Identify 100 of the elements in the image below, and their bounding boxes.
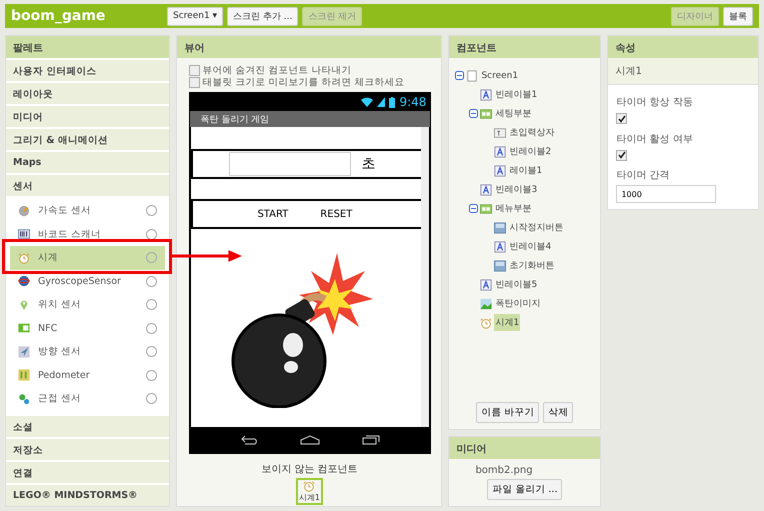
- screen-icon: [466, 70, 478, 82]
- arrangement-icon: [480, 108, 492, 120]
- palette-category[interactable]: 사용자 인터페이스: [6, 58, 170, 81]
- checkbox-label: 태블릿 크기로 미리보기를 하려면 체크하세요: [202, 76, 405, 88]
- signal-icon: [377, 97, 386, 107]
- palette-item[interactable]: NFC: [10, 316, 166, 340]
- arrow: [172, 250, 242, 262]
- map-pin-icon: [18, 298, 30, 311]
- checkbox[interactable]: [189, 64, 200, 76]
- selected-component-name: 시계1: [608, 58, 758, 85]
- palette-category[interactable]: 레이아웃: [6, 81, 170, 104]
- palette-category[interactable]: LEGO® MINDSTORMS®: [6, 482, 170, 506]
- component-tree-item[interactable]: 빈레이블3: [494, 181, 538, 198]
- help-icon[interactable]: [146, 322, 158, 334]
- help-icon[interactable]: [146, 393, 158, 404]
- screen-dropdown[interactable]: Screen1 ▾: [167, 6, 224, 26]
- nfc-icon: [18, 322, 30, 334]
- app-button[interactable]: RESET: [320, 208, 352, 220]
- palette-category[interactable]: 센서: [6, 173, 170, 196]
- image-icon: [480, 298, 492, 310]
- palette-item[interactable]: 바코드 스캐너: [10, 222, 166, 246]
- component-tree-item[interactable]: 폭탄이미지: [494, 295, 542, 312]
- checkbox[interactable]: [189, 76, 200, 88]
- panel-header: 팔레트: [6, 36, 170, 58]
- non-visible-components-label: 보이지 않는 컴포넌트: [260, 463, 359, 476]
- component-tree-item[interactable]: 빈레이블4: [508, 238, 552, 255]
- recent-apps-icon: [362, 435, 380, 445]
- collapse-icon[interactable]: [469, 204, 478, 213]
- non-visible-component[interactable]: 시계1: [296, 478, 323, 505]
- collapse-icon[interactable]: [455, 71, 464, 80]
- component-tree-item[interactable]: 레이블1: [508, 162, 544, 179]
- collapse-icon[interactable]: [469, 109, 478, 118]
- component-tree-item[interactable]: 초기화버튼: [508, 257, 556, 274]
- panel-header: 속성: [608, 36, 758, 58]
- status-time: 9:48: [399, 95, 426, 109]
- palette-item[interactable]: 방향 센서: [10, 340, 166, 364]
- project-title: boom_game: [11, 8, 106, 24]
- panel-header: 뷰어: [177, 36, 442, 58]
- component-tree-item[interactable]: 시계1: [494, 314, 520, 331]
- wifi-icon: [361, 97, 374, 107]
- component-tree-item[interactable]: 세팅부분: [494, 105, 532, 122]
- app-button[interactable]: START: [257, 208, 288, 220]
- app-title: 폭탄 돌리기 게임: [190, 111, 430, 127]
- checkbox[interactable]: [616, 150, 628, 160]
- button-icon: [494, 260, 506, 272]
- palette-item[interactable]: 가속도 센서: [10, 199, 166, 222]
- palette-item[interactable]: 근접 센서: [10, 387, 166, 410]
- property-label: 타이머 간격: [616, 169, 671, 182]
- help-icon[interactable]: [146, 346, 158, 358]
- palette-item[interactable]: GyroscopeSensor: [10, 270, 166, 293]
- alarm-clock-icon: [303, 480, 316, 492]
- proximity-icon: [18, 392, 30, 405]
- component-tree-item[interactable]: 빈레이블5: [494, 276, 538, 293]
- palette-category[interactable]: 소셜: [6, 414, 170, 436]
- media-file[interactable]: bomb2.png: [449, 459, 600, 476]
- property-label: 타이머 항상 작동: [616, 96, 694, 109]
- palette-category[interactable]: 연결: [6, 460, 170, 482]
- label-icon: [494, 164, 506, 176]
- palette-item[interactable]: 위치 센서: [10, 293, 166, 316]
- help-icon[interactable]: [146, 299, 158, 310]
- text-box[interactable]: [229, 152, 352, 176]
- back-icon: [241, 435, 260, 445]
- upload-file-button[interactable]: 파일 올리기 ...: [487, 479, 562, 500]
- help-icon[interactable]: [146, 205, 158, 216]
- help-icon[interactable]: [146, 228, 158, 240]
- input-field[interactable]: 1000: [616, 185, 716, 203]
- unit-label: 초: [361, 155, 376, 173]
- blocks-button[interactable]: 블록: [723, 6, 753, 26]
- label-icon: [480, 88, 492, 100]
- component-tree-item[interactable]: 메뉴부분: [494, 200, 532, 217]
- arrangement-icon: [480, 202, 492, 214]
- help-icon[interactable]: [146, 276, 158, 287]
- component-tree-item[interactable]: 빈레이블1: [494, 86, 538, 103]
- palette-category[interactable]: Maps: [6, 150, 170, 173]
- help-icon[interactable]: [146, 370, 158, 381]
- component-tree-item[interactable]: Screen1: [480, 68, 520, 82]
- component-tree-item[interactable]: 시작정지버튼: [508, 219, 564, 236]
- property-label: 타이머 활성 여부: [616, 132, 694, 146]
- barcode-icon: [18, 228, 30, 240]
- gyroscope-icon: [18, 275, 30, 288]
- palette-item[interactable]: 시계: [10, 246, 166, 270]
- add-screen-button[interactable]: 스크린 추가 ...: [227, 6, 298, 26]
- palette-category[interactable]: 미디어: [6, 104, 170, 127]
- footprint-icon: [18, 369, 30, 382]
- paper-plane-icon: [18, 346, 30, 358]
- panel-header: 미디어: [449, 437, 600, 459]
- button-icon: [494, 222, 506, 234]
- label-icon: [480, 184, 492, 196]
- palette-item[interactable]: Pedometer: [10, 364, 166, 387]
- delete-button[interactable]: 삭제: [543, 402, 574, 423]
- alarm-clock-icon: [18, 252, 30, 264]
- rename-button[interactable]: 이름 바꾸기: [476, 402, 540, 423]
- checkbox-label: 뷰어에 숨겨진 컴포넌트 나타내기: [202, 64, 352, 76]
- battery-icon: [389, 96, 396, 108]
- component-tree-item[interactable]: 빈레이블2: [508, 143, 552, 160]
- component-tree-item[interactable]: 초입력상자: [508, 124, 556, 141]
- label-icon: [494, 240, 506, 252]
- checkbox[interactable]: [616, 113, 628, 124]
- palette-category[interactable]: 그리기 & 애니메이션: [6, 127, 170, 150]
- palette-category[interactable]: 저장소: [6, 436, 170, 460]
